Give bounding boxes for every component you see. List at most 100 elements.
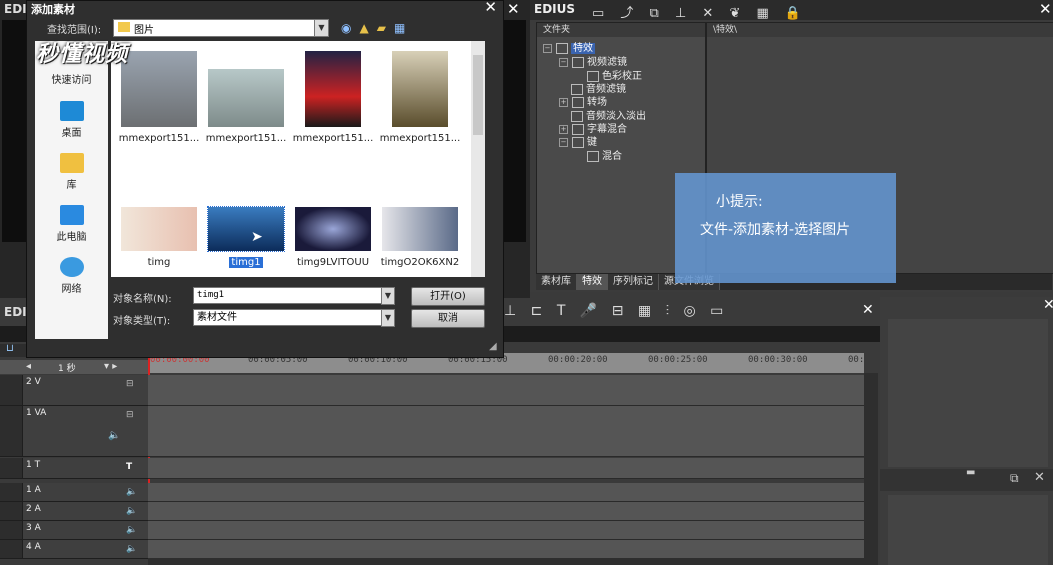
- close-icon[interactable]: ✕: [1034, 470, 1045, 485]
- content-path: \特效\: [707, 23, 1053, 37]
- tree-item-effects[interactable]: − 特效: [543, 39, 595, 54]
- timeline-title: EDI: [4, 305, 27, 319]
- up-folder-icon[interactable]: ▲: [359, 21, 376, 35]
- file-list-scrollbar[interactable]: [471, 41, 485, 277]
- info-close-button[interactable]: ✕: [1043, 297, 1053, 313]
- lane-1va[interactable]: [148, 406, 864, 457]
- lane-1a[interactable]: [148, 483, 864, 502]
- ruler-label: 00:00:25:00: [648, 355, 708, 365]
- lane-4a[interactable]: [148, 540, 864, 559]
- link-icon[interactable]: ⧉: [1010, 471, 1019, 486]
- file-list: mmexport151... mmexport151... mmexport15…: [111, 41, 471, 277]
- place-this-pc[interactable]: 此电脑: [35, 205, 108, 243]
- new-folder-icon[interactable]: ▰: [377, 21, 394, 35]
- tab-sequence-markers[interactable]: 序列标记: [608, 274, 659, 290]
- folder-icon: [572, 96, 584, 108]
- tree-item-blend[interactable]: 混合: [587, 147, 622, 162]
- place-library[interactable]: 库: [35, 153, 108, 191]
- file-thumb-selected[interactable]: [207, 206, 285, 252]
- filetype-label: 对象类型(T):: [113, 316, 171, 327]
- tip-text: 文件-添加素材-选择图片: [700, 222, 851, 238]
- lane-3a[interactable]: [148, 521, 864, 540]
- track-2a[interactable]: 2 A 🔈: [0, 502, 148, 521]
- library-icon: [59, 153, 84, 173]
- lookin-label: 查找范围(I):: [47, 25, 102, 36]
- ruler-label: 00:00:30:00: [748, 355, 808, 365]
- file-label[interactable]: timg9LVITOUU: [289, 257, 377, 268]
- folder-icon: [572, 56, 584, 68]
- back-icon[interactable]: ◉: [341, 21, 359, 35]
- file-label[interactable]: mmexport151...: [202, 133, 290, 144]
- mouse-cursor-icon: ➤: [251, 229, 263, 245]
- chevron-down-icon[interactable]: ▼: [314, 19, 329, 37]
- filename-input[interactable]: timg1: [193, 287, 384, 304]
- computer-icon: [59, 205, 84, 225]
- resize-grip-icon[interactable]: ◢: [489, 341, 497, 352]
- file-label-selected[interactable]: timg1: [202, 257, 290, 268]
- track-1va[interactable]: 1 VA ⊟ 🔈: [0, 406, 148, 457]
- desktop-icon: [59, 101, 84, 121]
- file-label[interactable]: timgO2OK6XN2: [376, 257, 464, 268]
- effects-toolbar[interactable]: ▭ ⤴ ⧉ ⊥ ✕ ❦ ▦ 🔒: [592, 2, 807, 21]
- timeline-scrollbar[interactable]: [864, 373, 878, 565]
- preview-close-button[interactable]: ✕: [507, 0, 520, 18]
- lane-2v[interactable]: [148, 375, 864, 406]
- tip-box: 小提示: 文件-添加素材-选择图片: [675, 173, 896, 283]
- cancel-button[interactable]: 取消: [411, 309, 485, 328]
- effects-close-button[interactable]: ✕: [1039, 0, 1052, 18]
- track-2v[interactable]: 2 V ⊟: [0, 375, 148, 406]
- dialog-nav-icons[interactable]: ◉▲▰▦: [341, 21, 413, 35]
- effects-titlebar: EDIUS ▭ ⤴ ⧉ ⊥ ✕ ❦ ▦ 🔒: [530, 0, 1053, 21]
- filetype-select[interactable]: 素材文件: [193, 309, 384, 326]
- tab-effects[interactable]: 特效: [577, 274, 608, 290]
- track-3a[interactable]: 3 A 🔈: [0, 521, 148, 540]
- watermark-logo: 秒懂视频: [36, 42, 129, 67]
- filename-label: 对象名称(N):: [113, 294, 172, 305]
- lane-1t[interactable]: [148, 458, 864, 479]
- effects-window-title: EDIUS: [534, 2, 576, 16]
- track-4a[interactable]: 4 A 🔈: [0, 540, 148, 559]
- timeline-tools[interactable]: ⊥ ⊏ T 🎤 ⊟ ▦ ⫶ ◎ ▭: [504, 303, 728, 319]
- timeline-close-button[interactable]: ✕: [862, 302, 874, 318]
- chevron-down-icon[interactable]: ▼: [381, 309, 395, 327]
- tree-item-video-filters[interactable]: − 视频滤镜: [559, 53, 627, 68]
- lookin-select[interactable]: 图片: [113, 19, 329, 37]
- file-label[interactable]: mmexport151...: [376, 133, 464, 144]
- track-headers: ⊔ ◂ 1 秒 ▾ ▸ 2 V ⊟ 1 VA ⊟ 🔈 1 TT 1 A 🔈 2 A 🔈 3…: [0, 343, 148, 565]
- timeline-hscrollbar[interactable]: [148, 558, 864, 565]
- track-1t[interactable]: 1 TT: [0, 458, 148, 479]
- file-thumb[interactable]: [382, 207, 458, 251]
- track-1a[interactable]: 1 A 🔈: [0, 483, 148, 502]
- timescale-value[interactable]: 1 秒: [58, 361, 76, 374]
- preview-window-title: EDI: [4, 2, 27, 16]
- file-thumb[interactable]: [305, 51, 361, 127]
- chevron-down-icon[interactable]: ▼: [381, 287, 395, 305]
- file-thumb[interactable]: [208, 69, 284, 127]
- tree-item-transitions[interactable]: + 转场: [559, 93, 607, 108]
- dialog-close-button[interactable]: ✕: [484, 0, 497, 16]
- folder-icon: [556, 42, 568, 54]
- tab-bin[interactable]: 素材库: [536, 274, 577, 290]
- open-button[interactable]: 打开(O): [411, 287, 485, 306]
- lane-2a[interactable]: [148, 502, 864, 521]
- file-thumb[interactable]: [121, 207, 197, 251]
- timescale-bar: ◂ 1 秒 ▾ ▸: [0, 360, 148, 374]
- place-network[interactable]: 网络: [35, 257, 108, 295]
- tree-item-keys[interactable]: − 键: [559, 133, 597, 148]
- file-thumb[interactable]: [392, 51, 448, 127]
- view-menu-icon[interactable]: ▦: [394, 21, 413, 35]
- info-toolbar: ▬ ⧉ ✕: [880, 467, 1053, 491]
- info-panel: ✕ ▬ ⧉ ✕: [880, 297, 1053, 565]
- ruler-label: 00:00:20:00: [548, 355, 608, 365]
- preview-left-area: [2, 20, 28, 242]
- places-bar: 快速访问 桌面 库 此电脑 网络: [35, 41, 108, 339]
- speaker-icon[interactable]: 🔈: [108, 430, 120, 441]
- place-desktop[interactable]: 桌面: [35, 101, 108, 139]
- sync-icon[interactable]: ⊔: [6, 343, 14, 354]
- file-thumb[interactable]: [295, 207, 371, 251]
- file-label[interactable]: mmexport151...: [115, 133, 203, 144]
- dialog-title: 添加素材: [31, 3, 75, 16]
- tip-title: 小提示:: [716, 194, 763, 210]
- file-label[interactable]: timg: [115, 257, 203, 268]
- file-label[interactable]: mmexport151...: [289, 133, 377, 144]
